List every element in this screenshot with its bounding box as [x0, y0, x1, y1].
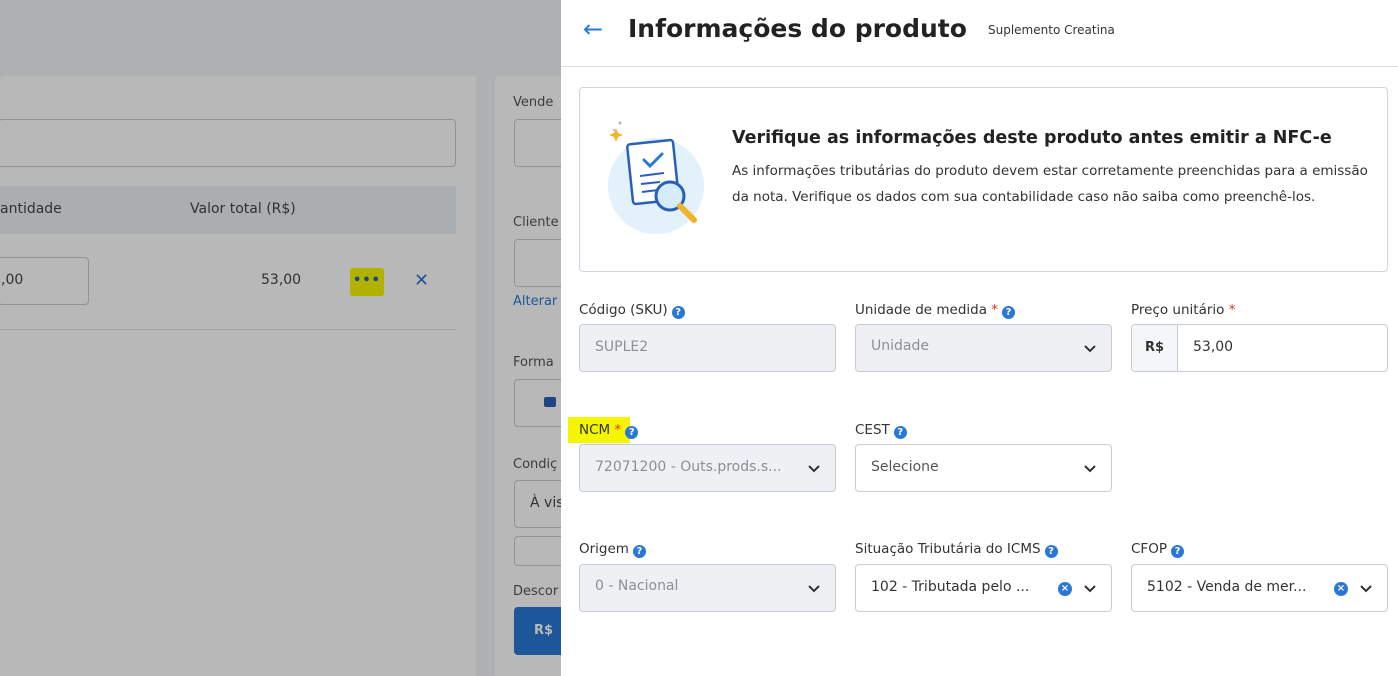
origem-select[interactable]: 0 - Nacional — [579, 564, 836, 612]
unidade-value: Unidade — [871, 338, 929, 354]
help-icon[interactable]: ? — [1002, 306, 1016, 319]
notice-body: As informações tributárias do produto de… — [732, 163, 1368, 205]
preco-label: Preço unitário * — [1131, 302, 1236, 318]
clear-icon[interactable]: × — [1334, 582, 1348, 596]
ncm-value: 72071200 - Outs.prods.s... — [595, 459, 782, 475]
cfop-label: CFOP? — [1131, 540, 1184, 558]
help-icon[interactable]: ? — [632, 545, 646, 558]
chevron-down-icon — [1084, 345, 1096, 353]
arrow-left-icon[interactable]: ← — [583, 13, 603, 45]
help-icon[interactable]: ? — [671, 306, 685, 319]
product-info-drawer: ← Informações do produto Suplemento Crea… — [561, 0, 1398, 676]
currency-prefix: R$ — [1132, 325, 1178, 371]
unidade-label: Unidade de medida *? — [855, 301, 1016, 319]
required-marker: * — [991, 302, 999, 318]
help-icon[interactable]: ? — [1170, 545, 1184, 558]
cest-select[interactable]: Selecione — [855, 444, 1112, 492]
preco-value: 53,00 — [1193, 339, 1234, 355]
help-icon[interactable]: ? — [893, 426, 907, 439]
origem-label: Origem? — [579, 540, 646, 558]
ncm-select[interactable]: 72071200 - Outs.prods.s... — [579, 444, 836, 492]
clear-icon[interactable]: × — [1058, 582, 1072, 596]
cest-placeholder: Selecione — [871, 459, 939, 475]
cfop-select[interactable]: 5102 - Venda de mer... × — [1131, 564, 1388, 612]
sku-input[interactable]: SUPLE2 — [579, 324, 836, 372]
chevron-down-icon — [1084, 465, 1096, 473]
sku-label: Código (SKU)? — [579, 301, 685, 319]
drawer-header: ← Informações do produto Suplemento Crea… — [561, 0, 1398, 67]
icms-select[interactable]: 102 - Tributada pelo ... × — [855, 564, 1112, 612]
required-marker: * — [1228, 302, 1236, 318]
help-icon[interactable]: ? — [625, 426, 639, 439]
icms-value: 102 - Tributada pelo ... — [871, 579, 1030, 595]
icms-label: Situação Tributária do ICMS? — [855, 540, 1058, 558]
chevron-down-icon — [808, 585, 820, 593]
origem-value: 0 - Nacional — [595, 578, 679, 594]
drawer-title: Informações do produto — [628, 14, 967, 43]
help-icon[interactable]: ? — [1044, 545, 1058, 558]
chevron-down-icon — [1084, 585, 1096, 593]
notice-title: Verifique as informações deste produto a… — [732, 128, 1332, 148]
ncm-label: NCM *? — [579, 421, 639, 439]
chevron-down-icon — [808, 465, 820, 473]
cest-label: CEST? — [855, 421, 907, 439]
product-name: Suplemento Creatina — [988, 23, 1115, 37]
required-marker: * — [614, 422, 622, 438]
unidade-select[interactable]: Unidade — [855, 324, 1112, 372]
document-search-icon — [608, 121, 704, 234]
verification-notice: Verifique as informações deste produto a… — [579, 87, 1388, 272]
sku-value: SUPLE2 — [595, 339, 649, 355]
chevron-down-icon — [1360, 585, 1372, 593]
cfop-value: 5102 - Venda de mer... — [1147, 579, 1307, 595]
preco-input[interactable]: R$ 53,00 — [1131, 324, 1388, 372]
